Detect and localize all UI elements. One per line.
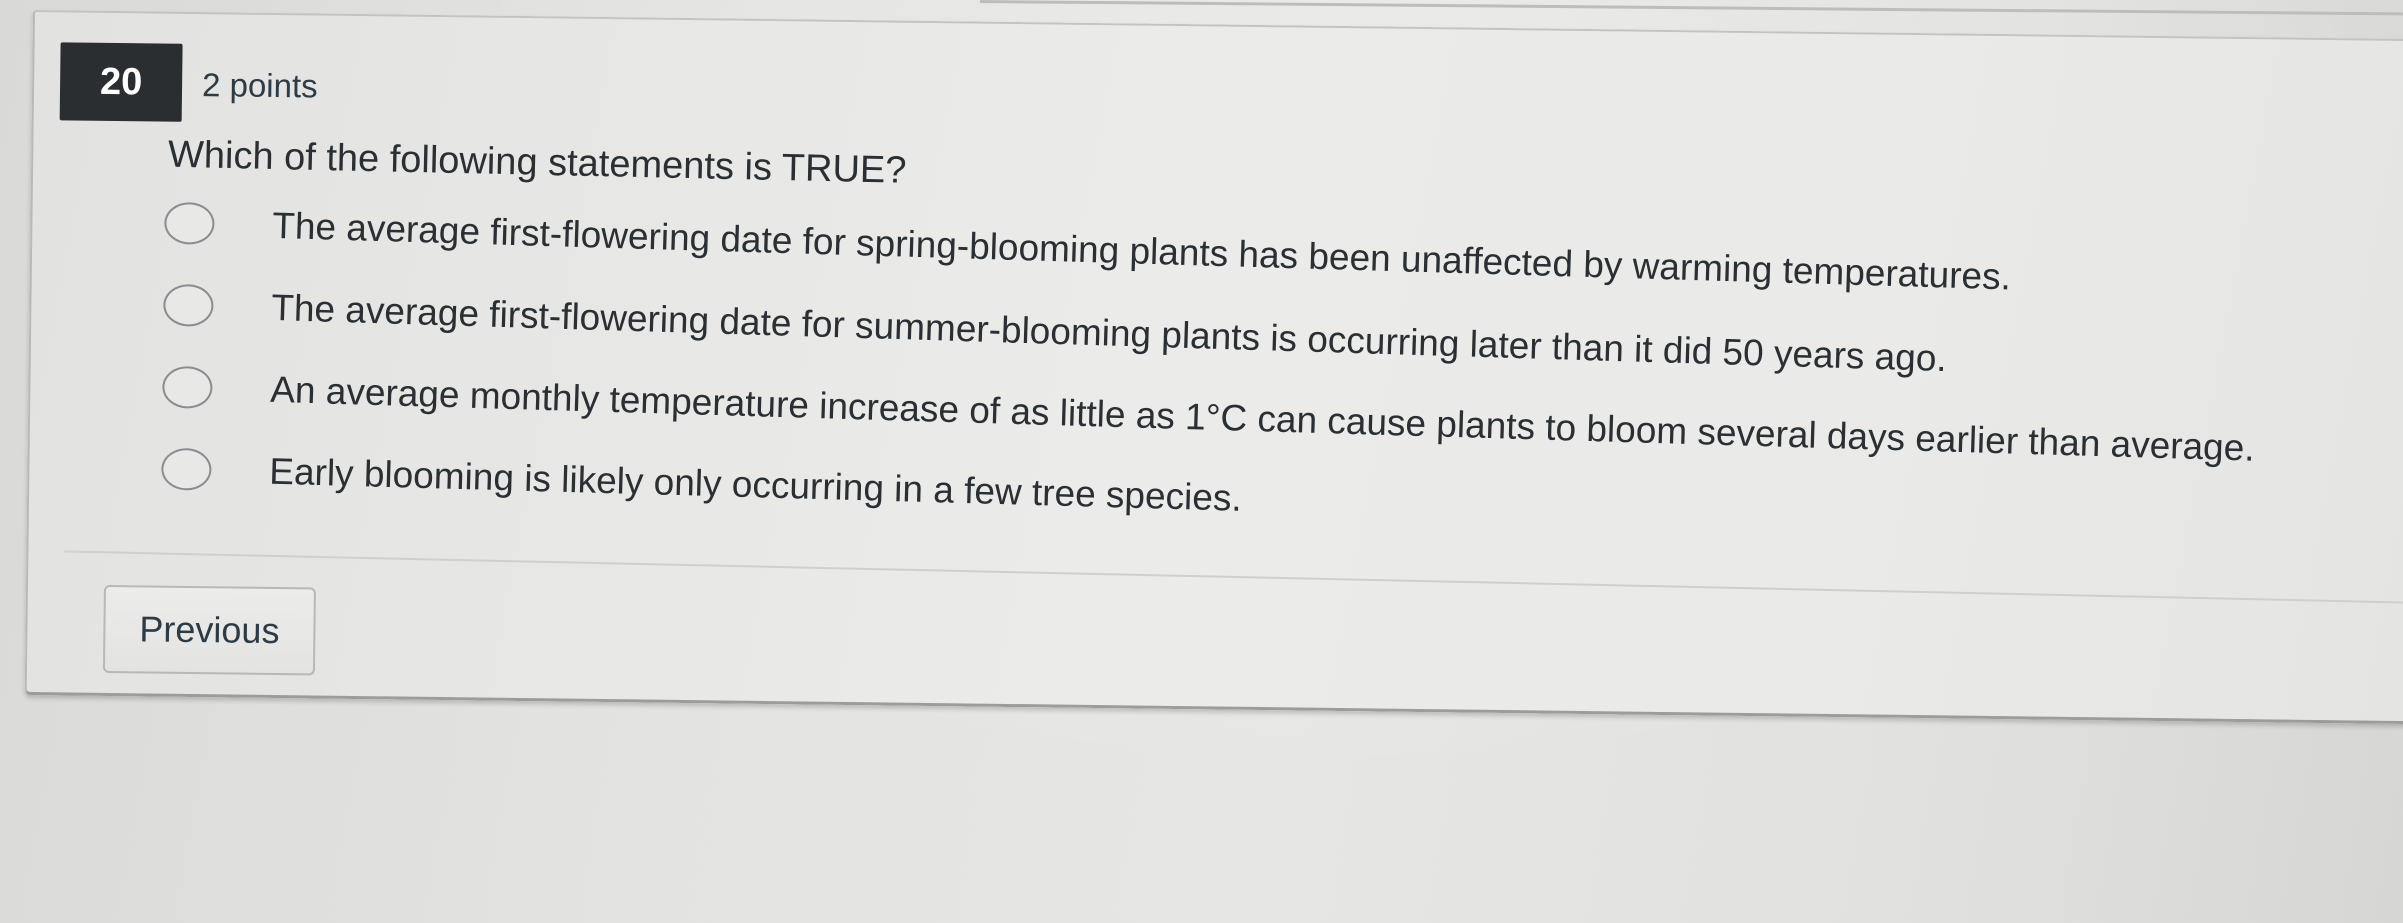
question-card: 20 2 points Which of the following state… [24, 10, 2403, 725]
answer-label: The average first-flowering date for sum… [270, 286, 1948, 380]
answer-label: The average first-flowering date for spr… [271, 204, 2012, 298]
previous-button[interactable]: Previous [102, 584, 316, 676]
divider [64, 550, 2403, 605]
radio-button[interactable] [160, 447, 212, 491]
radio-button[interactable] [163, 201, 216, 246]
answer-option-4[interactable]: Early blooming is likely only occurring … [160, 447, 1243, 520]
answer-option-3[interactable]: An average monthly temperature increase … [161, 365, 2256, 470]
top-border [979, 0, 2403, 16]
radio-button[interactable] [162, 283, 215, 328]
question-text: Which of the following statements is TRU… [167, 133, 907, 192]
answer-option-1[interactable]: The average first-flowering date for spr… [163, 201, 2012, 299]
answer-label: An average monthly temperature increase … [269, 368, 2256, 469]
question-number: 20 [59, 42, 183, 122]
answer-option-2[interactable]: The average first-flowering date for sum… [162, 283, 1948, 380]
radio-button[interactable] [161, 365, 214, 410]
answer-label: Early blooming is likely only occurring … [268, 450, 1243, 519]
question-points: 2 points [201, 66, 318, 105]
